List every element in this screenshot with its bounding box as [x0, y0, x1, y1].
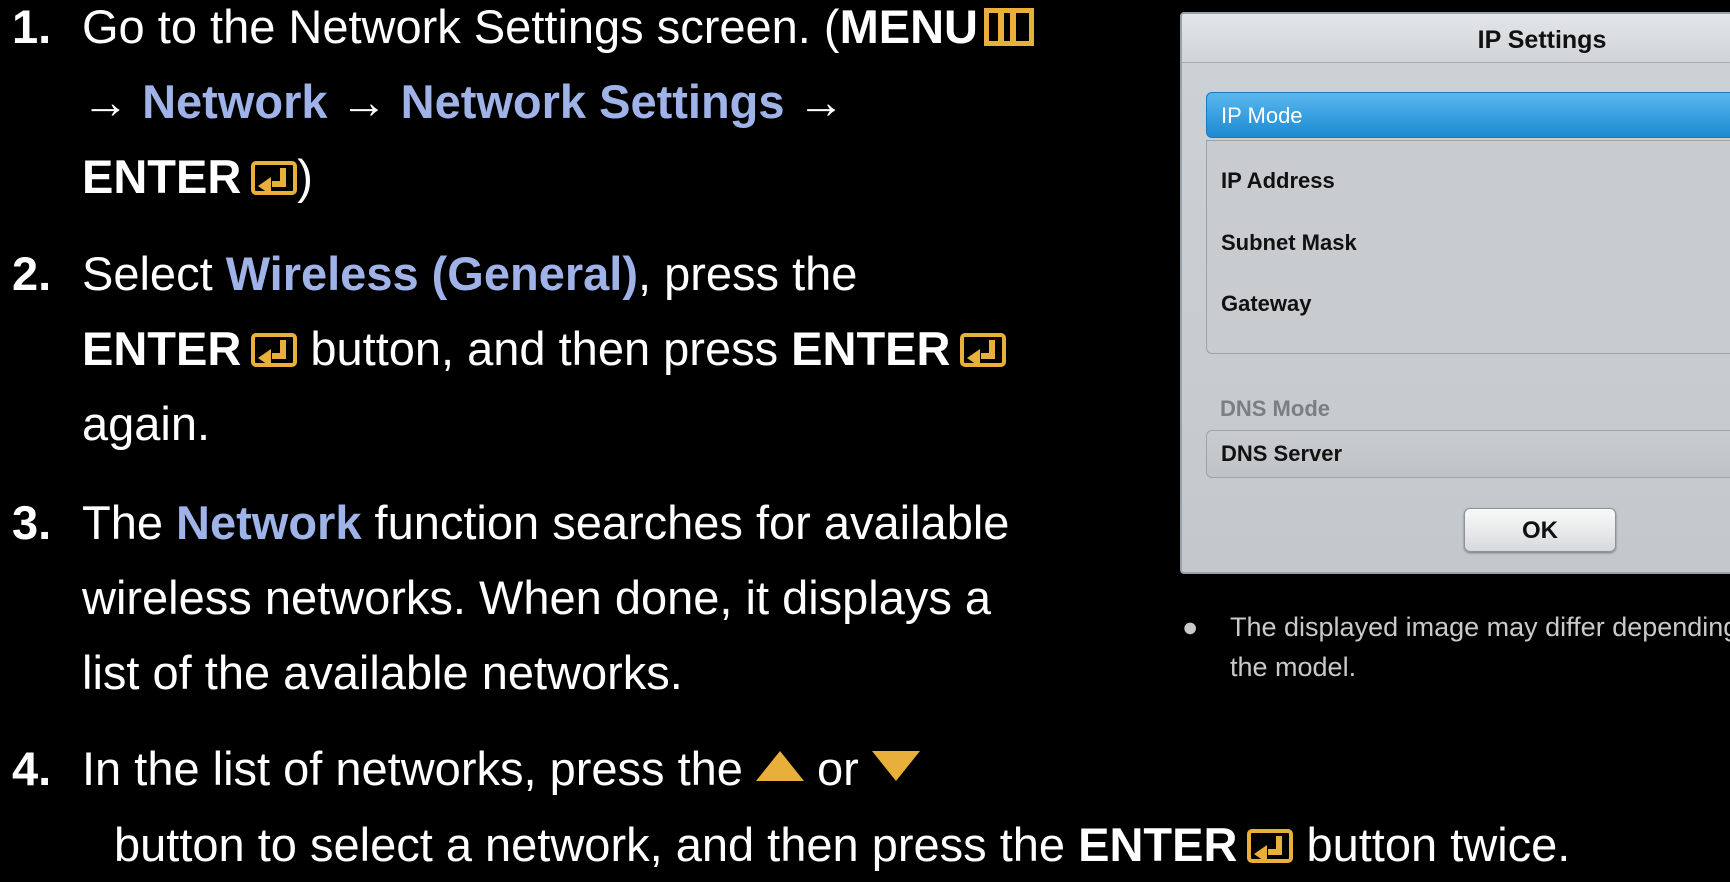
note-line-1: The displayed image may differ depending…	[1230, 612, 1730, 642]
step-text: button to select a network, and then pre…	[114, 818, 1079, 871]
network-label: Network	[142, 75, 328, 128]
step-text: Go to the Network Settings screen. (	[82, 0, 840, 53]
step-text: function searches for available	[361, 496, 1010, 549]
step-text: The	[82, 496, 177, 549]
enter-icon	[251, 333, 298, 367]
ip-mode-row[interactable]: IP Mode	[1206, 92, 1730, 138]
ip-address-field[interactable]: IP Address	[1221, 168, 1335, 194]
ip-settings-dialog: IP Settings IP Mode IP Address Subnet Ma…	[1180, 12, 1730, 574]
down-arrow-icon	[871, 751, 920, 781]
wireless-general-label: Wireless (General)	[225, 247, 638, 300]
dns-server-row[interactable]: DNS Server	[1206, 430, 1730, 478]
step-text: wireless networks. When done, it display…	[82, 571, 992, 624]
arrow-text: →	[327, 75, 401, 128]
step-3-line-2: wireless networks. When done, it display…	[82, 560, 1009, 635]
arrow-text: →	[784, 75, 845, 128]
step-text: button twice.	[1293, 818, 1571, 871]
step-text: button, and then press	[297, 322, 792, 375]
dialog-title: IP Settings	[1477, 26, 1607, 54]
step-number: 2.	[12, 247, 52, 300]
step-3-line-1: The Network function searches for availa…	[82, 485, 1009, 560]
ok-button[interactable]: OK	[1464, 508, 1616, 552]
step-text: list of the available networks.	[82, 646, 683, 699]
step-text: again.	[82, 397, 211, 450]
enter-label: ENTER	[1078, 818, 1238, 871]
dns-mode-label: DNS Mode	[1220, 396, 1330, 421]
step-text: )	[297, 150, 313, 203]
step-1-line-1: Go to the Network Settings screen. (MENU	[82, 0, 1034, 64]
up-arrow-icon	[755, 751, 804, 781]
step-1-line-2: → Network → Network Settings →	[82, 64, 1034, 139]
enter-label: ENTER	[791, 322, 951, 375]
bullet: ●	[1182, 612, 1199, 642]
step-2-line-2: ENTER button, and then press ENTER	[82, 311, 1007, 386]
step-2-line-1: Select Wireless (General), press the	[82, 236, 1006, 311]
step-3-line-3: list of the available networks.	[82, 635, 1009, 710]
enter-label: ENTER	[82, 322, 242, 375]
arrow-text: →	[82, 75, 143, 128]
step-4-line-1: In the list of networks, press the or	[82, 731, 920, 806]
step-text: Select	[82, 247, 226, 300]
step-number: 1.	[12, 0, 52, 53]
enter-icon	[251, 161, 298, 195]
enter-icon	[1247, 829, 1294, 863]
step-2-line-3: again.	[82, 386, 1006, 461]
step-number: 4.	[12, 742, 52, 795]
enter-label: ENTER	[82, 150, 242, 203]
gateway-field[interactable]: Gateway	[1221, 291, 1312, 317]
note-line-2: the model.	[1230, 652, 1357, 682]
dialog-title-bar: IP Settings	[1182, 14, 1730, 63]
menu-label: MENU	[839, 0, 978, 53]
menu-icon	[983, 8, 1034, 46]
network-label: Network	[176, 496, 362, 549]
step-text: or	[803, 742, 872, 795]
step-number: 3.	[12, 496, 52, 549]
ip-fields-group: IP Address Subnet Mask Gateway	[1206, 140, 1730, 354]
step-text: , press the	[638, 247, 858, 300]
step-4-line-2: button to select a network, and then pre…	[114, 807, 1570, 882]
network-settings-label: Network Settings	[400, 75, 785, 128]
enter-icon	[960, 333, 1007, 367]
step-text: In the list of networks, press the	[82, 742, 756, 795]
subnet-mask-field[interactable]: Subnet Mask	[1221, 230, 1357, 256]
step-1-line-3: ENTER)	[82, 139, 1034, 214]
